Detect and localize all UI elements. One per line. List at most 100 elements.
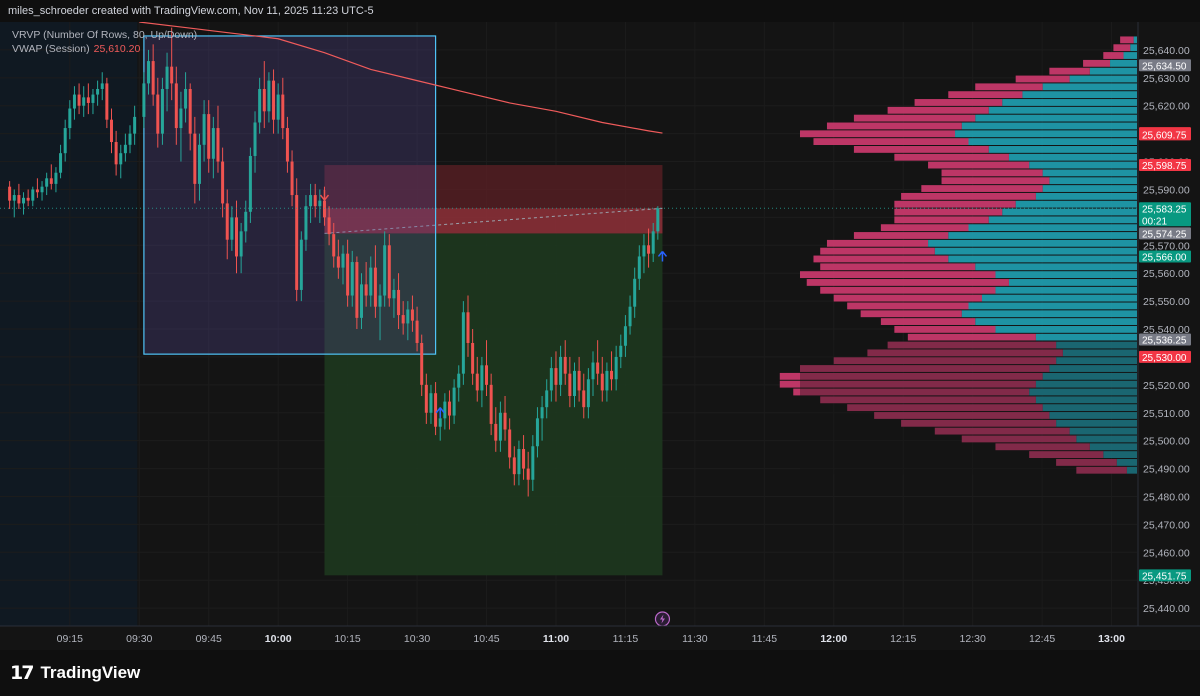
time-tick-label: 11:30 bbox=[682, 633, 708, 645]
candle-body bbox=[517, 449, 521, 475]
candle-body bbox=[383, 245, 387, 296]
candle-body bbox=[559, 356, 563, 385]
candle-body bbox=[244, 211, 248, 232]
candle-body bbox=[600, 373, 604, 391]
candle-body bbox=[424, 384, 428, 413]
price-label-text: 25,609.75 bbox=[1142, 130, 1187, 141]
candle-body bbox=[22, 197, 26, 204]
candle-body bbox=[466, 312, 470, 343]
price-tick-label: 25,480.00 bbox=[1143, 491, 1190, 503]
volume-profile-up-bar bbox=[1002, 99, 1137, 106]
volume-profile-down-bar bbox=[880, 224, 969, 232]
volume-profile-down-bar bbox=[847, 302, 969, 310]
candle-body bbox=[114, 142, 118, 165]
volume-profile-down-bar bbox=[800, 271, 996, 279]
candle-body bbox=[147, 61, 151, 84]
candle-body bbox=[554, 368, 558, 385]
candle-body bbox=[452, 387, 456, 416]
price-chart[interactable]: 25,640.0025,630.0025,620.0025,610.0025,6… bbox=[0, 22, 1200, 650]
volume-profile-down-bar bbox=[820, 247, 935, 255]
price-tick-label: 25,640.00 bbox=[1143, 45, 1190, 57]
volume-profile-down-bar bbox=[1049, 67, 1090, 75]
candle-body bbox=[498, 412, 502, 441]
tradingview-brand[interactable]: TradingView bbox=[40, 663, 140, 683]
candle-body bbox=[596, 362, 600, 374]
candle-body bbox=[91, 94, 95, 103]
price-label-text: 25,530.00 bbox=[1142, 353, 1187, 364]
volume-profile-down-bar bbox=[975, 83, 1043, 91]
candle-body bbox=[202, 114, 206, 145]
candle-body bbox=[133, 116, 137, 134]
candle-body bbox=[77, 94, 81, 106]
candle-body bbox=[438, 418, 442, 427]
vwap-legend-item[interactable]: VWAP (Session) 25,610.20 bbox=[12, 42, 197, 56]
candle-body bbox=[434, 393, 438, 427]
candle-body bbox=[239, 231, 243, 257]
volume-profile-up-bar bbox=[968, 138, 1137, 146]
candle-body bbox=[63, 128, 67, 154]
candle-body bbox=[540, 407, 544, 419]
candle-body bbox=[12, 195, 16, 201]
price-tick-label: 25,490.00 bbox=[1143, 464, 1190, 476]
candle-body bbox=[341, 253, 345, 268]
candle-body bbox=[397, 289, 401, 316]
tradingview-logo-icon[interactable]: 17 bbox=[10, 662, 34, 684]
volume-profile-up-bar bbox=[1042, 169, 1137, 177]
candle-body bbox=[512, 457, 516, 475]
range-box-drawing bbox=[143, 35, 437, 355]
volume-profile-up-bar bbox=[1015, 200, 1137, 208]
volume-profile-up-bar bbox=[1029, 161, 1137, 169]
volume-profile-down-bar bbox=[806, 279, 1009, 286]
candle-body bbox=[54, 172, 58, 184]
candle-body bbox=[461, 312, 465, 374]
candle-body bbox=[207, 114, 211, 159]
candle-body bbox=[119, 153, 123, 165]
candle-body bbox=[443, 401, 447, 419]
volume-profile-down-bar bbox=[887, 106, 989, 114]
volume-profile-up-bar bbox=[1049, 177, 1137, 185]
volume-profile-up-bar bbox=[1089, 67, 1137, 75]
volume-profile-up-bar bbox=[1035, 333, 1137, 341]
candle-body bbox=[508, 429, 512, 458]
candle-body bbox=[619, 345, 623, 357]
volume-profile-up-bar bbox=[1133, 36, 1137, 44]
candle-body bbox=[614, 356, 618, 380]
candle-body bbox=[531, 446, 535, 480]
candle-body bbox=[651, 231, 655, 254]
volume-profile-down-bar bbox=[941, 177, 1050, 185]
indicator-legend: VRVP (Number Of Rows, 80, Up/Down) VWAP … bbox=[12, 28, 197, 56]
chart-header: miles_schroeder created with TradingView… bbox=[0, 0, 1200, 22]
vrvp-legend-item[interactable]: VRVP (Number Of Rows, 80, Up/Down) bbox=[12, 28, 197, 42]
candle-body bbox=[82, 97, 86, 106]
candle-body bbox=[480, 365, 484, 391]
candle-body bbox=[248, 155, 252, 212]
volume-profile-up-bar bbox=[1042, 185, 1137, 192]
candle-body bbox=[276, 94, 280, 120]
candle-body bbox=[318, 200, 322, 207]
volume-profile-down-bar bbox=[914, 99, 1003, 106]
volume-profile-down-bar bbox=[1083, 59, 1111, 67]
candle-body bbox=[420, 342, 424, 385]
volume-profile-down-bar bbox=[1113, 44, 1131, 52]
volume-profile-down-bar bbox=[813, 255, 949, 263]
volume-profile-up-bar bbox=[995, 271, 1137, 279]
candle-body bbox=[290, 161, 294, 196]
candle-body bbox=[355, 262, 359, 318]
volume-profile-up-bar bbox=[928, 239, 1137, 247]
volume-profile-down-bar bbox=[820, 286, 996, 294]
candle-body bbox=[633, 278, 637, 307]
candle-body bbox=[86, 97, 90, 103]
vwap-legend-label: VWAP (Session) bbox=[12, 43, 90, 55]
candle-body bbox=[489, 384, 493, 424]
vwap-legend-value: 25,610.20 bbox=[93, 43, 141, 55]
candle-body bbox=[410, 309, 414, 321]
volume-profile-up-bar bbox=[981, 294, 1137, 302]
volume-profile-up-bar bbox=[1008, 153, 1137, 161]
candle-body bbox=[170, 66, 174, 84]
time-tick-label: 09:45 bbox=[196, 633, 222, 645]
candle-body bbox=[545, 390, 549, 408]
candle-body bbox=[272, 80, 276, 120]
volume-profile-up-bar bbox=[1002, 208, 1137, 216]
volume-profile-down-bar bbox=[894, 200, 1016, 208]
candle-body bbox=[610, 370, 614, 380]
